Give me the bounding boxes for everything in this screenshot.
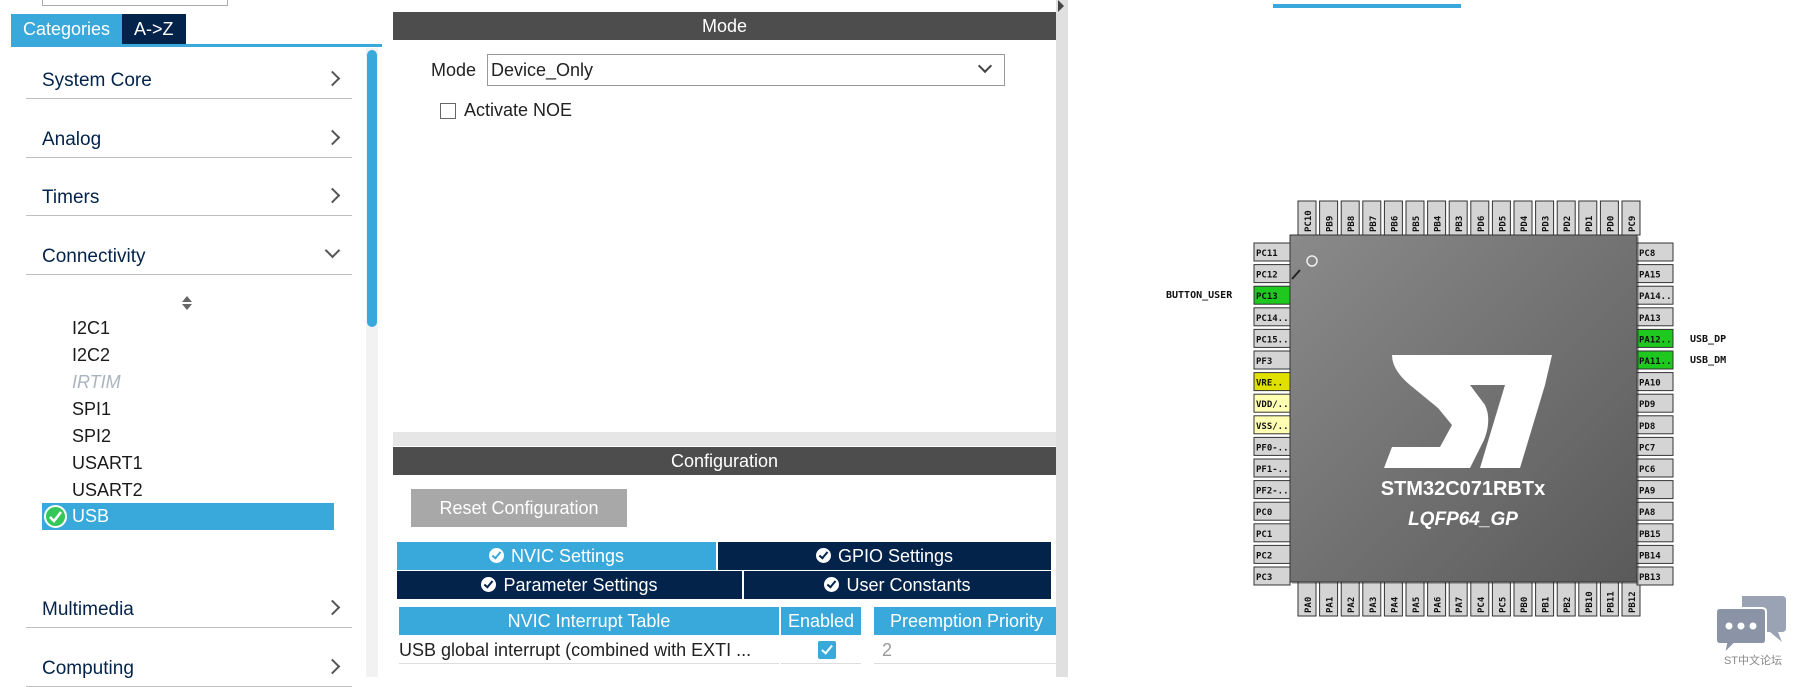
sort-icon[interactable] [180, 294, 194, 312]
category-multimedia[interactable]: Multimedia [26, 594, 352, 628]
enabled-checkbox[interactable] [818, 641, 836, 659]
connectivity-item-spi2[interactable]: SPI2 [72, 426, 111, 447]
tab-parameter-settings[interactable]: Parameter Settings [397, 571, 742, 599]
scrollbar-thumb[interactable] [367, 50, 377, 327]
category-system-core[interactable]: System Core [26, 65, 352, 99]
chevron-right-icon [324, 658, 341, 675]
table-cell-priority[interactable]: 2 [874, 636, 1056, 664]
tab-label: GPIO Settings [837, 546, 954, 566]
column-header-priority[interactable]: Preemption Priority [874, 607, 1056, 635]
connectivity-item-spi1[interactable]: SPI1 [72, 399, 111, 420]
check-circle-icon [824, 577, 840, 592]
mode-configuration-panel: Mode Mode Device_Only Activate NOE Confi… [393, 0, 1056, 677]
category-connectivity[interactable]: Connectivity [26, 241, 352, 275]
connectivity-item-i2c2[interactable]: I2C2 [72, 345, 110, 366]
pinout-view [1068, 0, 1797, 677]
usb-item-label: USB [72, 506, 110, 526]
connectivity-item-irtim: IRTIM [72, 372, 121, 392]
check-circle-icon [481, 577, 497, 592]
signal-label-usb-dm[interactable]: USB_DM [1690, 355, 1726, 366]
category-label: System Core [42, 70, 152, 91]
category-label: Multimedia [42, 599, 134, 620]
chevron-right-icon [324, 187, 341, 204]
tab-label: Parameter Settings [503, 575, 658, 595]
category-tabs: Categories A->Z [11, 14, 186, 45]
search-input[interactable] [42, 0, 228, 6]
chevron-right-icon [324, 129, 341, 146]
signal-label-usb-dp[interactable]: USB_DP [1690, 334, 1726, 345]
tab-a-z[interactable]: A->Z [122, 14, 186, 45]
collapse-arrow-icon[interactable] [1058, 0, 1064, 12]
mode-value: Device_Only [491, 60, 594, 80]
signal-label-button-user[interactable]: BUTTON_USER [1166, 290, 1232, 301]
check-circle-icon [44, 505, 67, 528]
pinout-tab-underline [1273, 4, 1461, 8]
category-label: Analog [42, 129, 102, 150]
category-analog[interactable]: Analog [26, 124, 352, 158]
panel-splitter-right[interactable] [1056, 0, 1068, 677]
mode-select[interactable]: Device_Only [487, 54, 1005, 86]
category-computing[interactable]: Computing [26, 653, 352, 687]
activate-noe-checkbox[interactable] [440, 103, 456, 119]
tab-user-constants[interactable]: User Constants [744, 571, 1051, 599]
category-timers[interactable]: Timers [26, 182, 352, 216]
connectivity-item-usb[interactable]: USB [42, 503, 334, 530]
tab-nvic-settings[interactable]: NVIC Settings [397, 542, 716, 570]
check-circle-icon [488, 548, 504, 563]
chevron-down-icon [324, 242, 341, 259]
activate-noe-label: Activate NOE [464, 100, 573, 120]
chevron-right-icon [324, 70, 341, 87]
column-header-interrupt[interactable]: NVIC Interrupt Table [399, 607, 779, 635]
tab-gpio-settings[interactable]: GPIO Settings [718, 542, 1051, 570]
chip-name: STM32C071RBTx [1380, 478, 1546, 500]
tab-categories[interactable]: Categories [11, 14, 123, 45]
categories-panel: Categories A->Z System Core Analog Timer… [0, 0, 385, 687]
tab-underline [11, 44, 382, 47]
connectivity-item-i2c1[interactable]: I2C1 [72, 318, 110, 339]
forum-label: ST中文论坛 [1723, 655, 1783, 667]
panel-splitter[interactable] [393, 432, 1056, 446]
chip-package: LQFP64_GP [1408, 509, 1518, 530]
mode-label: Mode [431, 60, 477, 80]
reset-configuration-button[interactable]: Reset Configuration [411, 489, 627, 527]
connectivity-item-usart1[interactable]: USART1 [72, 453, 143, 474]
check-circle-icon [815, 548, 831, 563]
chevron-right-icon [324, 599, 341, 616]
configuration-header: Configuration [393, 447, 1056, 475]
column-header-enabled[interactable]: Enabled [781, 607, 861, 635]
chevron-down-icon [977, 58, 993, 74]
category-label: Connectivity [42, 246, 146, 267]
mode-header: Mode [393, 12, 1056, 40]
connectivity-item-usart2[interactable]: USART2 [72, 480, 143, 501]
tab-label: NVIC Settings [510, 546, 625, 566]
table-cell-interrupt-name: USB global interrupt (combined with EXTI… [399, 636, 779, 664]
tab-label: User Constants [846, 575, 971, 595]
category-label: Timers [42, 187, 100, 208]
